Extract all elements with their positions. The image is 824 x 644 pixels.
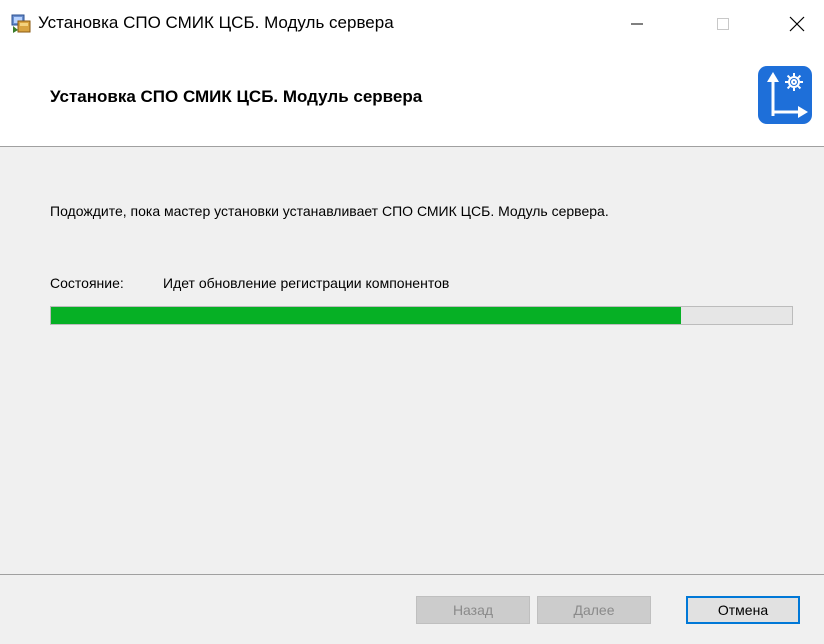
description-text: Подождите, пока мастер установки устанав…: [50, 203, 609, 219]
close-button[interactable]: [774, 0, 820, 52]
minimize-button[interactable]: [614, 0, 660, 52]
progress-bar: [50, 306, 793, 325]
main-panel: Подождите, пока мастер установки устанав…: [0, 147, 824, 574]
back-button[interactable]: Назад: [416, 596, 530, 624]
status-label: Состояние:: [50, 275, 124, 291]
settings-arrow-logo-icon: [758, 66, 812, 124]
next-button[interactable]: Далее: [537, 596, 651, 624]
maximize-icon: [716, 17, 730, 36]
footer: Назад Далее Отмена: [0, 575, 824, 644]
status-value: Идет обновление регистрации компонентов: [163, 275, 450, 291]
title-bar[interactable]: Установка СПО СМИК ЦСБ. Модуль сервера: [0, 0, 824, 52]
maximize-button[interactable]: [700, 0, 746, 52]
close-icon: [789, 16, 805, 37]
cancel-button[interactable]: Отмена: [686, 596, 800, 624]
banner-title: Установка СПО СМИК ЦСБ. Модуль сервера: [50, 87, 423, 106]
progress-fill: [51, 307, 681, 324]
header-banner: Установка СПО СМИК ЦСБ. Модуль сервера: [0, 52, 824, 146]
window-title: Установка СПО СМИК ЦСБ. Модуль сервера: [38, 13, 394, 32]
installer-icon: [10, 12, 32, 34]
minimize-icon: [630, 17, 644, 36]
